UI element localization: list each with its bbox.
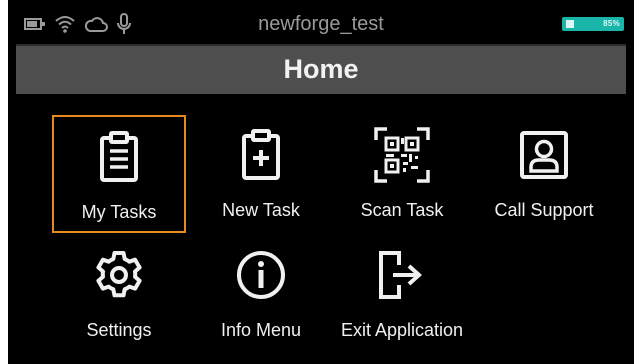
exit-application-label: Exit Application — [340, 320, 464, 340]
info-icon — [235, 249, 287, 306]
device-name: newforge_test — [258, 13, 384, 35]
info-menu-button[interactable]: Info Menu — [194, 245, 328, 363]
my-tasks-button[interactable]: My Tasks — [52, 115, 186, 233]
device-screen: newforge_test 85% Home My Tasks New Task… — [8, 0, 634, 364]
status-bar: newforge_test 85% — [8, 0, 634, 48]
settings-button[interactable]: Settings — [52, 245, 186, 363]
gear-icon — [93, 249, 145, 306]
exit-application-button[interactable]: Exit Application — [335, 245, 469, 363]
call-support-label: Call Support — [494, 200, 594, 220]
clipboard-list-icon — [99, 130, 139, 188]
exit-icon — [377, 249, 427, 306]
header-bar: Home — [16, 44, 626, 94]
new-task-button[interactable]: New Task — [194, 115, 328, 233]
clipboard-plus-icon — [241, 128, 281, 186]
page-title: Home — [283, 54, 359, 84]
contact-card-icon — [519, 130, 569, 185]
qr-code-icon — [373, 126, 431, 189]
scan-task-button[interactable]: Scan Task — [335, 115, 469, 233]
call-support-button[interactable]: Call Support — [477, 115, 611, 233]
battery-indicator: 85% — [562, 17, 624, 31]
